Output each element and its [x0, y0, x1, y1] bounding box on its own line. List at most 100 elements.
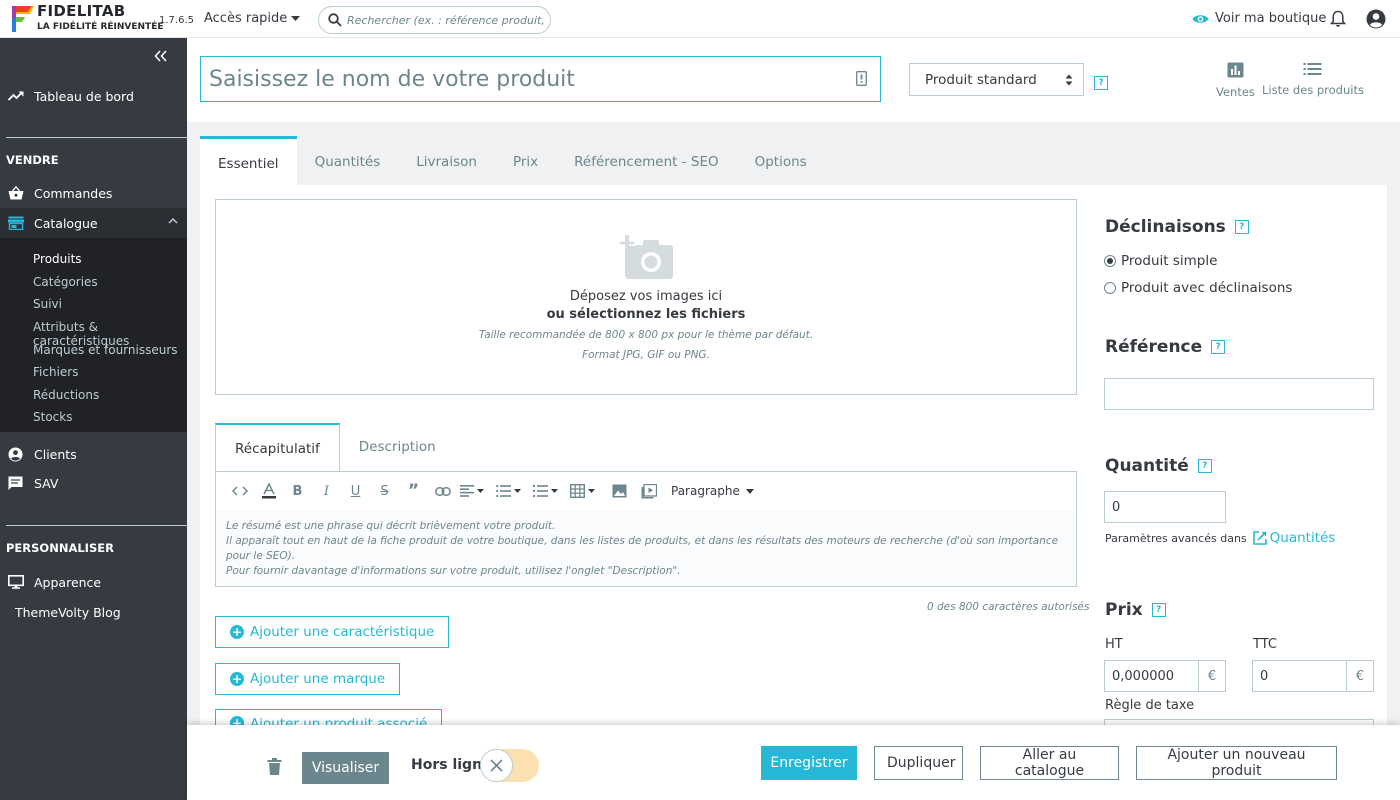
submenu-item-stocks[interactable]: Stocks [33, 410, 72, 424]
numbered-list-dropdown[interactable] [531, 479, 560, 503]
sidebar-item-dashboard[interactable]: Tableau de bord [0, 81, 187, 111]
price-ht-input[interactable] [1112, 668, 1196, 684]
sidebar-item-appearance[interactable]: Apparence [0, 567, 187, 597]
quantity-field[interactable] [1104, 491, 1226, 523]
user-account-icon[interactable] [1366, 9, 1386, 29]
product-list-label: Liste des produits [1262, 83, 1364, 97]
price-ht-field[interactable]: € [1104, 660, 1226, 692]
add-related-product-button[interactable]: + Ajouter un produit associé [215, 709, 443, 725]
sidebar-item-themevolty-blog[interactable]: ThemeVolty Blog [0, 597, 187, 627]
submenu-item-files[interactable]: Fichiers [33, 365, 78, 379]
collapse-sidebar-icon[interactable] [154, 50, 168, 62]
search-box[interactable] [318, 6, 551, 34]
chevron-up-icon [168, 217, 178, 224]
sidebar-item-orders[interactable]: Commandes [0, 178, 187, 208]
radio-product-with-variants[interactable]: Produit avec déclinaisons [1104, 280, 1292, 296]
language-flag-icon[interactable] [856, 71, 867, 86]
go-to-catalog-button[interactable]: Aller au catalogue [980, 746, 1119, 780]
insert-image-icon[interactable] [605, 479, 634, 503]
submenu-item-products[interactable]: Produits [33, 252, 82, 266]
bold-icon[interactable]: B [283, 479, 312, 503]
tab-description[interactable]: Description [340, 423, 455, 471]
save-button[interactable]: Enregistrer [761, 746, 857, 780]
paragraph-format-dropdown[interactable]: Paragraphe [671, 484, 754, 498]
desktop-monitor-icon [7, 575, 24, 589]
submenu-item-discounts[interactable]: Réductions [33, 388, 99, 402]
help-product-type-icon[interactable]: ? [1094, 76, 1108, 90]
sidebar-item-catalog[interactable]: Catalogue [0, 208, 187, 238]
sidebar-item-sav[interactable]: SAV [0, 468, 187, 498]
select-arrows-icon [1065, 74, 1073, 85]
tab-seo[interactable]: Référencement - SEO [556, 136, 736, 185]
italic-icon[interactable]: I [312, 479, 341, 503]
plus-circle-icon: + [230, 672, 244, 686]
product-name-input[interactable] [209, 66, 839, 92]
product-list-button[interactable]: Liste des produits [1262, 62, 1364, 97]
select-files-link[interactable]: ou sélectionnez les fichiers [216, 307, 1076, 322]
preview-button[interactable]: Visualiser [302, 752, 389, 784]
sidebar-item-label: ThemeVolty Blog [15, 604, 121, 620]
bullet-list-dropdown[interactable] [494, 479, 523, 503]
align-dropdown[interactable] [457, 479, 486, 503]
search-input[interactable] [347, 13, 547, 27]
sidebar-section-customize: PERSONNALISER [6, 541, 114, 555]
text-color-icon[interactable] [254, 479, 283, 503]
insert-video-icon[interactable] [634, 479, 663, 503]
sidebar-item-label: Apparence [34, 574, 102, 590]
help-quantity-icon[interactable]: ? [1197, 459, 1212, 473]
help-price-icon[interactable]: ? [1151, 603, 1166, 617]
blockquote-icon[interactable]: ” [399, 479, 428, 503]
link-icon[interactable] [428, 479, 457, 503]
add-new-product-button[interactable]: Ajouter un nouveau produit [1136, 746, 1337, 780]
price-ttc-input[interactable] [1260, 668, 1344, 684]
price-heading: Prix [1105, 600, 1143, 620]
tab-price[interactable]: Prix [495, 136, 556, 185]
reference-heading: Référence [1105, 337, 1203, 357]
search-icon[interactable] [328, 13, 342, 27]
product-type-select[interactable]: Produit standard [909, 63, 1084, 96]
close-icon [490, 759, 503, 772]
help-reference-icon[interactable]: ? [1211, 340, 1226, 354]
sidebar-divider [6, 137, 187, 138]
source-code-icon[interactable] [225, 479, 254, 503]
submenu-item-tracking[interactable]: Suivi [33, 297, 62, 311]
summary-text-area[interactable]: Le résumé est une phrase qui décrit briè… [216, 510, 1076, 586]
advanced-settings-label: Paramètres avancés dans [1105, 531, 1247, 545]
reference-input[interactable] [1112, 386, 1373, 402]
tab-summary[interactable]: Récapitulatif [215, 423, 340, 472]
price-ttc-field[interactable]: € [1252, 660, 1374, 692]
tab-quantities[interactable]: Quantités [297, 136, 399, 185]
radio-unchecked-icon[interactable] [1104, 282, 1116, 294]
radio-checked-icon[interactable] [1104, 255, 1116, 267]
submenu-item-categories[interactable]: Catégories [33, 275, 98, 289]
tab-options[interactable]: Options [737, 136, 825, 185]
online-toggle-switch[interactable] [480, 749, 539, 782]
help-declinaisons-icon[interactable]: ? [1234, 220, 1249, 234]
reference-field[interactable] [1104, 378, 1374, 410]
view-shop-link[interactable]: Voir ma boutique [1192, 11, 1326, 26]
sidebar-item-label: Commandes [34, 185, 113, 201]
table-dropdown[interactable] [568, 479, 597, 503]
top-header: FIDELITAB LA FIDÉLITÉ RÉINVENTÉE 1.7.6.5… [0, 0, 1400, 38]
add-feature-button[interactable]: + Ajouter une caractéristique [215, 616, 450, 648]
product-name-field[interactable] [200, 56, 881, 102]
tab-shipping[interactable]: Livraison [398, 136, 495, 185]
image-dropzone[interactable]: Déposez vos images ici ou sélectionnez l… [215, 199, 1077, 395]
store-icon [7, 216, 24, 230]
fidelitab-logo-icon[interactable] [10, 4, 34, 34]
underline-icon[interactable]: U [341, 479, 370, 503]
quantities-link[interactable]: Quantités [1252, 530, 1335, 546]
tab-essentiel[interactable]: Essentiel [200, 136, 297, 185]
bar-chart-icon [1227, 62, 1244, 78]
sales-button[interactable]: Ventes [1216, 62, 1255, 99]
quick-access-dropdown[interactable]: Accès rapide [204, 11, 301, 26]
sidebar-item-clients[interactable]: Clients [0, 439, 187, 469]
trash-icon[interactable] [267, 758, 282, 775]
bell-icon[interactable] [1330, 10, 1346, 28]
strikethrough-icon[interactable]: S [370, 479, 399, 503]
add-brand-button[interactable]: + Ajouter une marque [215, 663, 401, 695]
radio-simple-product[interactable]: Produit simple [1104, 253, 1217, 269]
quantity-input[interactable] [1112, 499, 1225, 515]
duplicate-button[interactable]: Dupliquer [874, 746, 963, 780]
submenu-item-brands[interactable]: Marques et fournisseurs [33, 343, 178, 357]
